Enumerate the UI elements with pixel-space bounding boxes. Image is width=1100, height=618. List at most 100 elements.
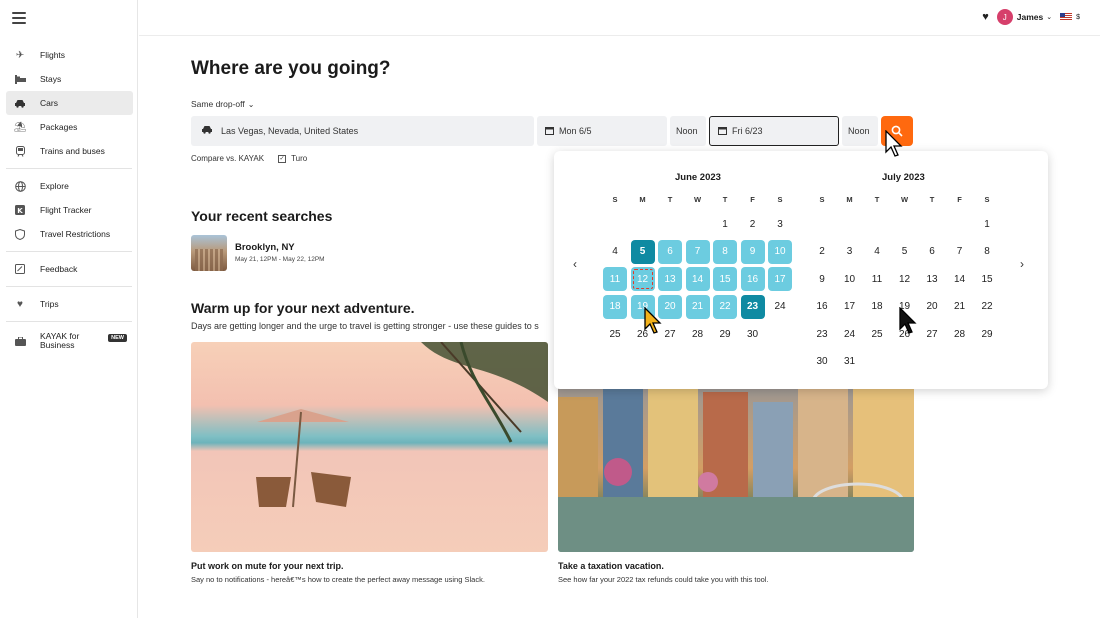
calendar-day[interactable]: 16 xyxy=(740,267,765,291)
sidebar-item-flights[interactable]: ✈ Flights xyxy=(6,43,133,67)
calendar-day[interactable]: 7 xyxy=(685,239,710,264)
calendar-day[interactable]: 15 xyxy=(713,267,737,291)
calendar-day[interactable]: 30 xyxy=(810,350,834,374)
calendar-day[interactable]: 9 xyxy=(810,267,834,291)
calendar-day[interactable]: 27 xyxy=(920,322,944,346)
calendar-day[interactable]: 25 xyxy=(865,322,889,346)
calendar-day[interactable]: 11 xyxy=(603,267,627,291)
calendar-day[interactable]: 29 xyxy=(975,322,999,346)
day-of-week-label: F xyxy=(750,195,755,204)
next-month-arrow[interactable]: › xyxy=(1020,257,1024,271)
calendar-day[interactable]: 17 xyxy=(838,295,862,319)
calendar-day[interactable]: 22 xyxy=(975,295,999,319)
pickup-date-field[interactable]: Mon 6/5 xyxy=(537,116,667,146)
calendar-day[interactable]: 5 xyxy=(630,239,655,264)
calendar-day[interactable]: 14 xyxy=(685,267,710,291)
sidebar-item-trips[interactable]: ♥ Trips xyxy=(6,292,133,316)
sidebar-item-label: Flights xyxy=(40,49,66,60)
sidebar-item-cars[interactable]: Cars xyxy=(6,91,133,115)
calendar-day[interactable]: 2 xyxy=(810,240,834,264)
avatar[interactable]: J xyxy=(996,9,1013,25)
calendar-day[interactable]: 7 xyxy=(948,240,972,264)
calendar-day[interactable]: 31 xyxy=(838,350,862,374)
warmup-subtitle: Days are getting longer and the urge to … xyxy=(191,321,539,331)
month-title-june: June 2023 xyxy=(675,172,721,183)
calendar-day[interactable]: 8 xyxy=(713,239,737,264)
pickup-time-field[interactable]: Noon xyxy=(670,116,706,146)
sidebar-item-flight-tracker[interactable]: K Flight Tracker xyxy=(6,198,133,222)
dropoff-time-field[interactable]: Noon xyxy=(842,116,878,146)
mouse-cursor-icon xyxy=(644,307,662,334)
calendar-day[interactable]: 20 xyxy=(920,295,944,319)
calendar-day[interactable]: 14 xyxy=(948,267,972,291)
beach-image[interactable] xyxy=(191,342,548,552)
calendar-day[interactable]: 6 xyxy=(658,239,682,264)
user-area: ♥ J James ⌄ $ xyxy=(982,9,1080,25)
calendar-day[interactable]: 18 xyxy=(865,295,889,319)
sidebar-item-stays[interactable]: Stays xyxy=(6,67,133,91)
calendar-day[interactable]: 8 xyxy=(975,240,999,264)
calendar-day[interactable]: 10 xyxy=(838,267,862,291)
heart-icon[interactable]: ♥ xyxy=(982,11,989,23)
user-name[interactable]: James xyxy=(1017,12,1043,22)
sidebar-item-travel-restrictions[interactable]: Travel Restrictions xyxy=(6,222,133,246)
card1-title[interactable]: Put work on mute for your next trip. xyxy=(191,561,344,571)
calendar-day[interactable]: 16 xyxy=(810,295,834,319)
calendar-day[interactable]: 13 xyxy=(920,267,944,291)
sidebar-item-trains[interactable]: Trains and buses xyxy=(6,139,133,163)
calendar-day[interactable]: 1 xyxy=(713,212,737,236)
calendar-day[interactable]: 9 xyxy=(740,239,765,264)
dropoff-date-field[interactable]: Fri 6/23 xyxy=(709,116,839,146)
calendar-day[interactable]: 15 xyxy=(975,267,999,291)
calendar-day[interactable]: 25 xyxy=(603,322,627,346)
calendar-day[interactable]: 2 xyxy=(741,212,765,236)
recent-search-item[interactable]: Brooklyn, NY May 21, 12PM - May 22, 12PM xyxy=(191,235,325,271)
calendar-day[interactable]: 12 xyxy=(630,267,655,291)
calendar-day[interactable]: 24 xyxy=(838,322,862,346)
turo-checkbox[interactable]: ✓ xyxy=(278,154,287,163)
location-input[interactable]: Las Vegas, Nevada, United States xyxy=(191,116,534,146)
turo-label[interactable]: Turo xyxy=(291,154,307,163)
calendar-day[interactable]: 30 xyxy=(741,322,765,346)
calendar-day[interactable]: 13 xyxy=(658,267,682,291)
day-of-week-label: T xyxy=(874,195,880,204)
chevron-down-icon[interactable]: ⌄ xyxy=(1046,13,1052,21)
calendar-day[interactable]: 23 xyxy=(810,322,834,346)
calendar-day[interactable]: 17 xyxy=(768,267,792,291)
sidebar-item-packages[interactable]: ⛱ Packages xyxy=(6,115,133,139)
calendar-day[interactable]: 3 xyxy=(768,212,792,236)
dropoff-selector[interactable]: Same drop-off ⌄ xyxy=(191,99,254,109)
calendar-day[interactable]: 21 xyxy=(948,295,972,319)
previous-month-arrow[interactable]: ‹ xyxy=(573,257,577,271)
calendar-day[interactable]: 5 xyxy=(893,240,917,264)
card2-title[interactable]: Take a taxation vacation. xyxy=(558,561,664,571)
currency-label[interactable]: $ xyxy=(1076,14,1080,21)
sidebar-item-feedback[interactable]: Feedback xyxy=(6,257,133,281)
sidebar-item-label: Explore xyxy=(40,180,69,191)
calendar-day[interactable]: 24 xyxy=(768,295,792,319)
calendar-day[interactable]: 22 xyxy=(713,294,737,319)
heart-icon: ♥ xyxy=(17,298,23,310)
calendar-day[interactable]: 6 xyxy=(920,240,944,264)
menu-icon[interactable] xyxy=(12,12,26,24)
calendar-day[interactable]: 29 xyxy=(713,322,737,346)
sidebar-item-label: Trips xyxy=(40,298,59,309)
calendar-day[interactable]: 18 xyxy=(603,294,627,319)
sidebar-item-business[interactable]: KAYAK for Business NEW xyxy=(6,327,133,355)
us-flag-icon[interactable] xyxy=(1060,13,1073,21)
calendar-day[interactable]: 11 xyxy=(865,267,889,291)
day-of-week-label: T xyxy=(667,195,673,204)
recent-searches-title: Your recent searches xyxy=(191,208,333,224)
sidebar-item-explore[interactable]: Explore xyxy=(6,174,133,198)
calendar-day[interactable]: 28 xyxy=(686,322,710,346)
dropoff-label: Same drop-off xyxy=(191,99,245,109)
calendar-day[interactable]: 28 xyxy=(948,322,972,346)
calendar-day[interactable]: 4 xyxy=(865,240,889,264)
calendar-day[interactable]: 1 xyxy=(975,212,999,236)
calendar-day[interactable]: 21 xyxy=(685,294,710,319)
calendar-day[interactable]: 10 xyxy=(768,239,792,264)
calendar-day[interactable]: 3 xyxy=(838,240,862,264)
calendar-day[interactable]: 12 xyxy=(893,267,917,291)
calendar-day[interactable]: 4 xyxy=(603,240,627,264)
calendar-day[interactable]: 23 xyxy=(740,294,765,319)
